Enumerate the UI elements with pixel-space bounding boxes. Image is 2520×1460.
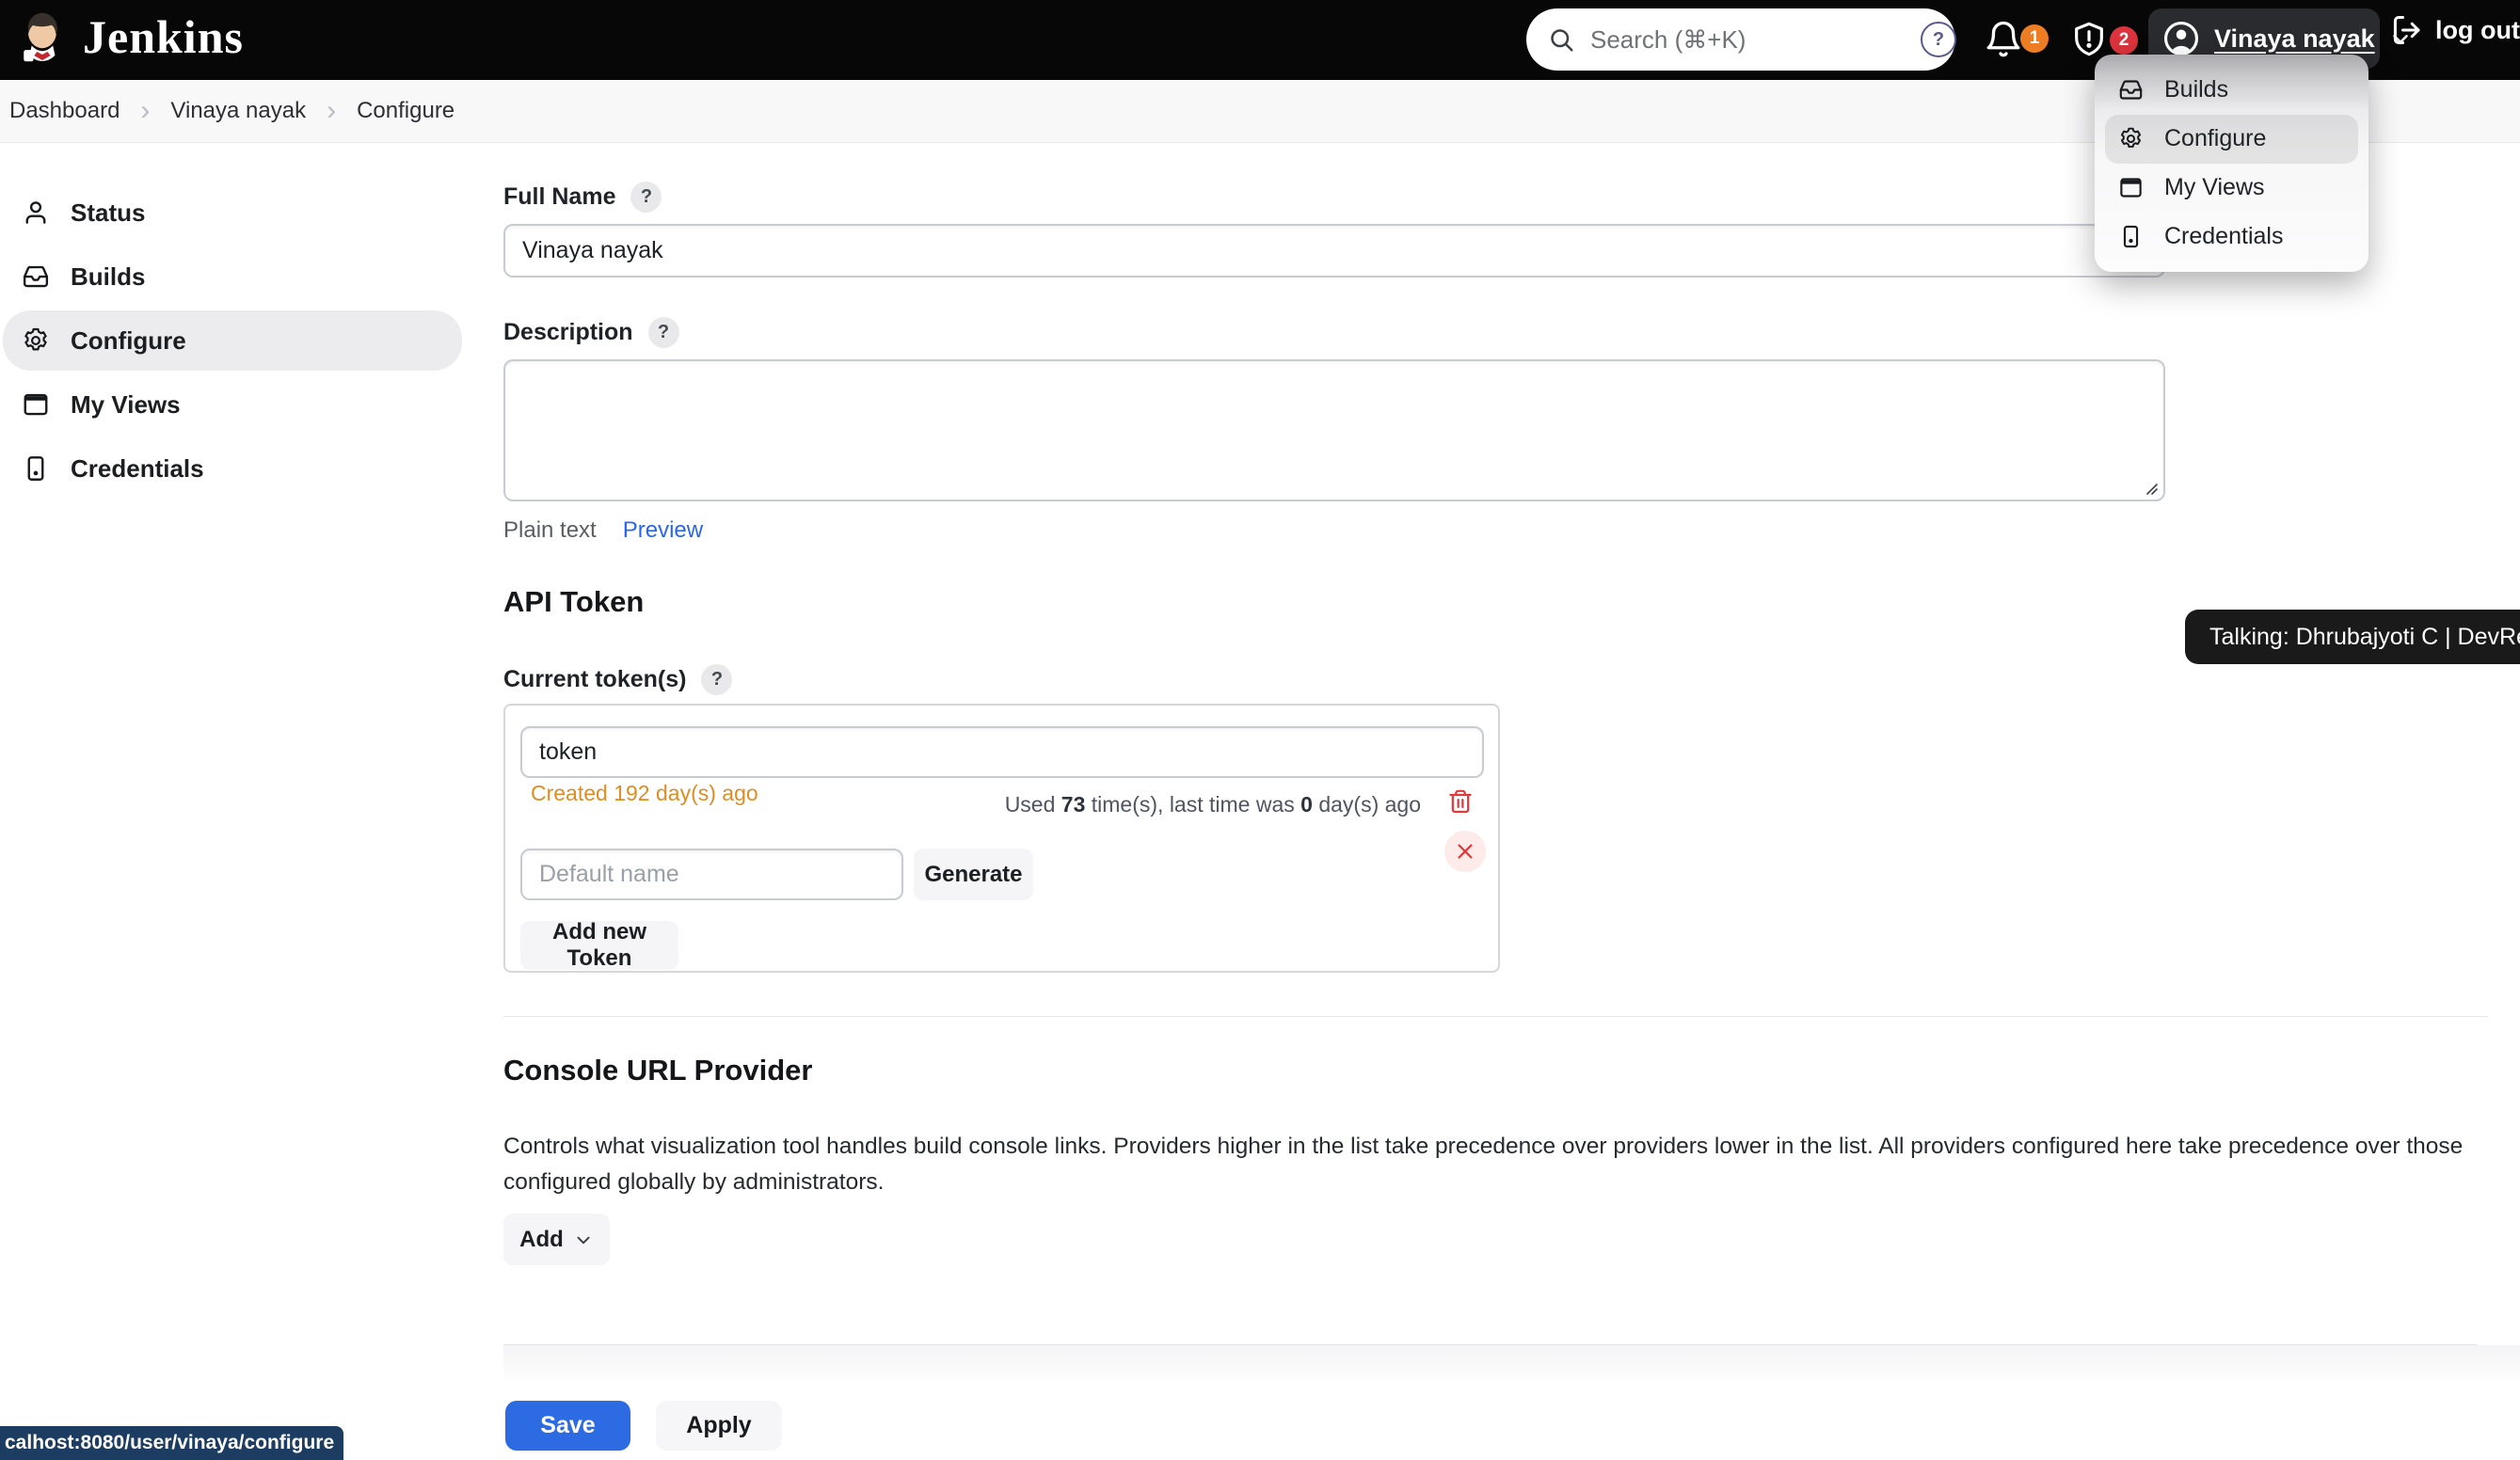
description-textarea[interactable]: [503, 359, 2165, 501]
menu-item-label: Builds: [2164, 76, 2228, 103]
status-url-tooltip: calhost:8080/user/vinaya/configure: [0, 1426, 343, 1460]
inbox-icon: [2118, 77, 2144, 103]
breadcrumb-configure[interactable]: Configure: [357, 98, 455, 124]
id-card-icon: [2118, 224, 2144, 249]
notification-count-badge[interactable]: 1: [2020, 24, 2049, 53]
jenkins-butler-logo-icon: [13, 6, 70, 68]
sidebar-item-label: Credentials: [71, 454, 204, 484]
plain-text-label: Plain text: [503, 517, 597, 544]
jenkins-home-link[interactable]: Jenkins: [13, 6, 244, 68]
full-name-label-row: Full Name ?: [503, 182, 662, 213]
breadcrumb-separator-icon: ›: [140, 95, 150, 127]
console-url-provider-heading: Console URL Provider: [503, 1054, 812, 1087]
token-usage-text: Used 73 time(s), last time was 0 day(s) …: [1005, 792, 1421, 817]
user-name-label: Vinaya nayak: [2214, 24, 2375, 54]
token-usage-mid: time(s), last time was: [1085, 792, 1300, 817]
token-name-input[interactable]: [520, 726, 1484, 778]
sidebar-item-configure[interactable]: Configure: [3, 310, 462, 371]
menu-item-label: Credentials: [2164, 223, 2283, 250]
add-new-token-button[interactable]: Add new Token: [520, 921, 678, 970]
delete-token-button[interactable]: [1442, 786, 1479, 817]
window-icon: [2118, 175, 2144, 200]
menu-item-my-views[interactable]: My Views: [2105, 164, 2358, 213]
apply-button[interactable]: Apply: [656, 1401, 782, 1451]
sidebar-item-label: Status: [71, 198, 145, 228]
security-shield-icon[interactable]: [2070, 18, 2108, 61]
description-textarea-wrap: [503, 359, 2165, 501]
description-help-icon[interactable]: ?: [648, 317, 679, 348]
section-divider: [503, 1016, 2488, 1017]
token-usage-suffix: day(s) ago: [1313, 792, 1421, 817]
sidebar-item-credentials[interactable]: Credentials: [3, 438, 462, 499]
generate-token-button[interactable]: Generate: [914, 849, 1033, 900]
bottom-bar-background: [503, 1345, 2520, 1385]
notifications-bell-icon[interactable]: [1984, 19, 2023, 60]
trash-icon: [1447, 787, 1474, 816]
sidebar-item-builds[interactable]: Builds: [3, 246, 462, 307]
sidebar-item-label: Builds: [71, 262, 145, 292]
token-usage-count: 73: [1061, 792, 1086, 817]
description-label-row: Description ?: [503, 317, 679, 348]
token-created-text: Created 192 day(s) ago: [531, 781, 758, 806]
menu-item-label: Configure: [2164, 125, 2266, 152]
chevron-down-icon: [573, 1230, 594, 1250]
full-name-help-icon[interactable]: ?: [630, 182, 662, 213]
menu-item-label: My Views: [2164, 174, 2265, 201]
description-label: Description: [503, 319, 633, 346]
current-tokens-label: Current token(s): [503, 666, 686, 693]
token-usage-prefix: Used: [1005, 792, 1061, 817]
gear-icon: [2118, 126, 2144, 151]
avatar-icon: [2161, 19, 2201, 58]
user-dropdown-menu: Builds Configure My Views: [2095, 55, 2368, 272]
search-help-icon[interactable]: ?: [1921, 22, 1956, 57]
search-bar: ?: [1526, 8, 1955, 71]
resize-grip-icon[interactable]: [2144, 481, 2159, 496]
breadcrumb-separator-icon: ›: [327, 95, 336, 127]
sidebar-item-label: My Views: [71, 390, 181, 420]
menu-item-configure[interactable]: Configure: [2105, 115, 2358, 164]
window-icon: [22, 390, 50, 419]
token-usage-days: 0: [1300, 792, 1313, 817]
logout-icon: [2390, 13, 2424, 47]
full-name-label: Full Name: [503, 183, 615, 211]
search-input[interactable]: [1588, 24, 1907, 56]
brand-title: Jenkins: [83, 9, 244, 64]
revoke-token-button[interactable]: [1444, 831, 1486, 872]
talking-status-overlay: Talking: Dhrubajyoti C | DevRel En...: [2185, 610, 2520, 664]
preview-link[interactable]: Preview: [623, 517, 703, 544]
menu-item-builds[interactable]: Builds: [2105, 66, 2358, 115]
token-section: Created 192 day(s) ago Used 73 time(s), …: [503, 704, 1500, 973]
sidebar-item-status[interactable]: Status: [3, 182, 462, 243]
sidebar-item-label: Configure: [71, 326, 186, 356]
save-button[interactable]: Save: [505, 1401, 630, 1451]
inbox-icon: [22, 262, 50, 291]
gear-icon: [22, 326, 50, 355]
markdown-mode-row: Plain text Preview: [503, 517, 703, 544]
security-count-badge[interactable]: 2: [2110, 26, 2138, 55]
full-name-input[interactable]: [503, 224, 2165, 278]
logout-label: log out: [2435, 16, 2520, 45]
id-card-icon: [22, 454, 50, 483]
breadcrumb-user[interactable]: Vinaya nayak: [170, 98, 306, 124]
breadcrumb-dashboard[interactable]: Dashboard: [9, 98, 120, 124]
current-tokens-label-row: Current token(s) ?: [503, 664, 732, 695]
menu-item-credentials[interactable]: Credentials: [2105, 212, 2358, 261]
person-icon: [22, 198, 50, 227]
api-token-heading: API Token: [503, 585, 644, 619]
new-token-name-input[interactable]: [520, 849, 903, 900]
sidebar-item-my-views[interactable]: My Views: [3, 374, 462, 435]
add-provider-button[interactable]: Add: [503, 1214, 610, 1265]
jenkins-user-configure-page: Jenkins ? 1 2: [0, 0, 2520, 1460]
logout-button[interactable]: log out: [2390, 13, 2520, 47]
x-icon: [1455, 841, 1475, 862]
current-tokens-help-icon[interactable]: ?: [701, 664, 732, 695]
add-provider-label: Add: [519, 1227, 564, 1253]
search-icon: [1547, 25, 1575, 54]
console-url-provider-description: Controls what visualization tool handles…: [503, 1129, 2491, 1200]
